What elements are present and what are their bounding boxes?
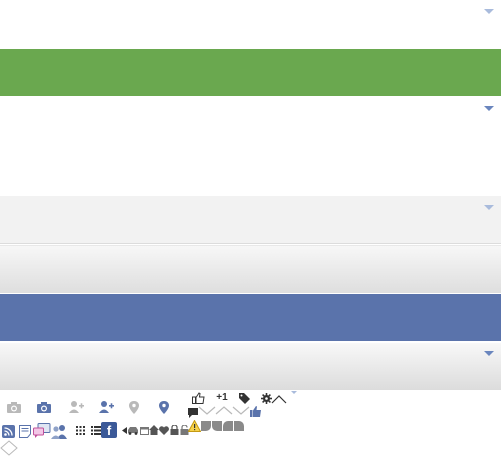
add-friend-icon[interactable] — [98, 400, 114, 414]
grid-icon[interactable] — [74, 424, 86, 436]
small-caret-icon[interactable] — [291, 391, 297, 394]
friends-icon[interactable] — [50, 423, 68, 439]
gradient-gray-panel — [0, 245, 501, 293]
gradient-gray-panel-lower — [0, 343, 501, 390]
tag-icon[interactable] — [238, 392, 250, 404]
dropdown-caret-icon[interactable] — [484, 106, 494, 111]
white-panel-top — [0, 0, 501, 47]
location-pin-icon[interactable] — [158, 400, 170, 414]
chevron-down-icon[interactable] — [232, 405, 250, 416]
thumbs-up-icon[interactable] — [249, 405, 261, 417]
chevron-down-icon[interactable] — [198, 405, 216, 416]
white-panel-middle — [0, 97, 501, 195]
green-banner — [0, 49, 501, 96]
camera-icon[interactable] — [36, 400, 52, 414]
car-icon — [127, 425, 139, 435]
chevron-up-icon[interactable] — [215, 405, 233, 416]
add-friend-icon[interactable] — [68, 400, 84, 414]
calendar-icon — [139, 425, 149, 435]
location-pin-icon[interactable] — [128, 400, 140, 414]
camera-icon[interactable] — [6, 400, 22, 414]
rss-icon[interactable] — [1, 424, 15, 438]
blue-banner — [0, 294, 501, 341]
chevron-up-icon[interactable] — [271, 392, 287, 406]
dropdown-caret-icon[interactable] — [484, 351, 494, 356]
chat-icon[interactable] — [33, 423, 51, 439]
like-icon[interactable] — [191, 391, 205, 404]
photo-corner-icon — [233, 420, 244, 431]
photo-corner-icon — [200, 420, 211, 431]
plus-one-icon[interactable]: +1 — [215, 391, 229, 404]
heart-icon — [159, 425, 169, 435]
dropdown-caret-icon[interactable] — [484, 9, 494, 14]
dropdown-caret-icon[interactable] — [484, 205, 494, 210]
lock-icon — [169, 424, 179, 435]
photo-corner-icon — [222, 420, 233, 431]
diamond-icon — [0, 440, 18, 456]
note-icon[interactable] — [18, 424, 32, 438]
home-icon — [149, 424, 159, 435]
facebook-icon[interactable]: f — [101, 422, 117, 438]
light-gray-panel — [0, 196, 501, 244]
photo-corner-icon — [211, 420, 222, 431]
